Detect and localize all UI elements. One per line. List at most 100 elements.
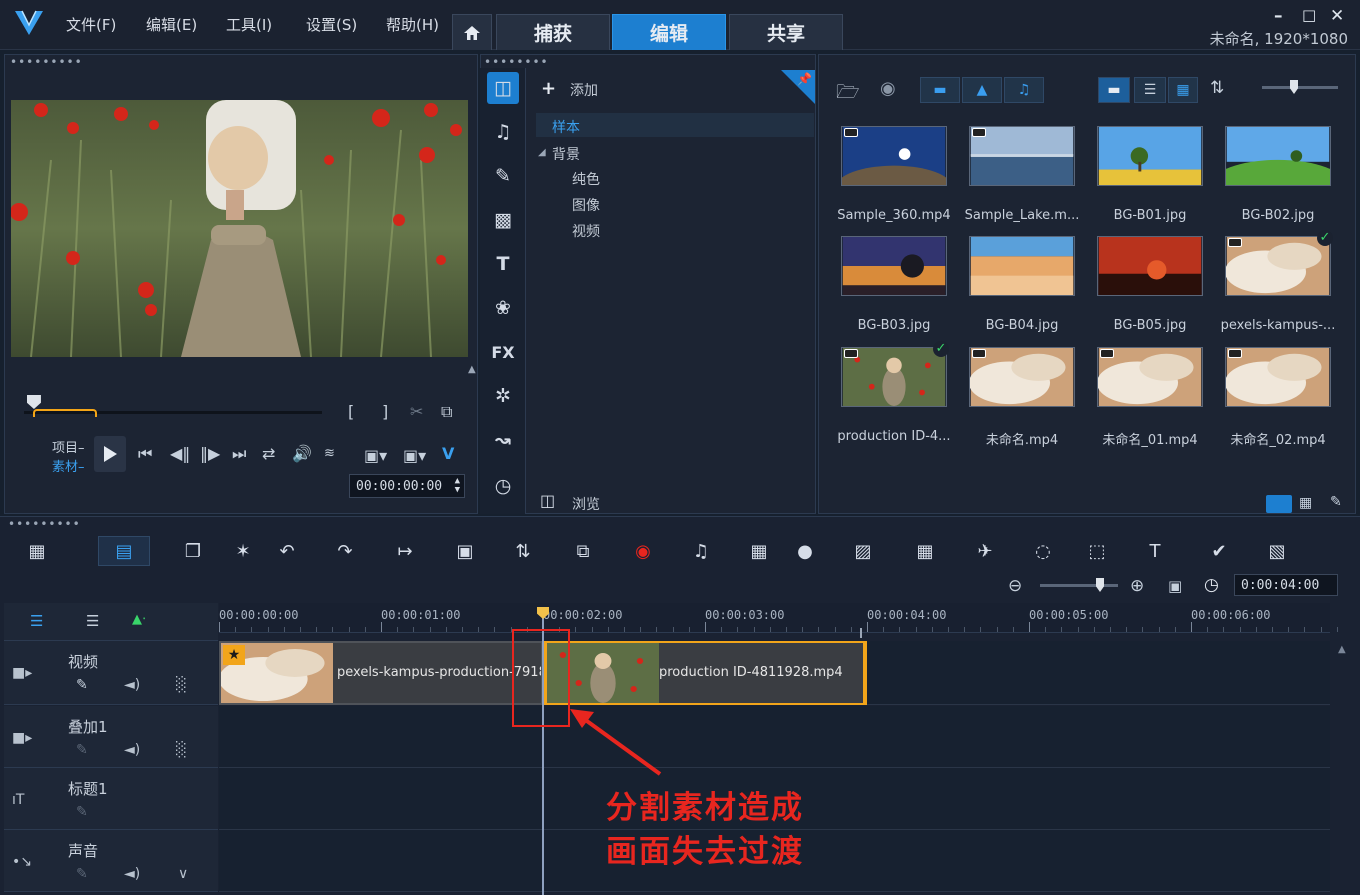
ripple-icon[interactable]: ░ bbox=[176, 742, 187, 758]
zoom-out-icon[interactable]: ⊖ bbox=[1008, 576, 1022, 596]
focus-icon[interactable]: ⬚ bbox=[1082, 536, 1112, 566]
music-note-icon[interactable]: ♫ bbox=[487, 116, 519, 148]
track-header-overlay-track[interactable] bbox=[4, 706, 218, 768]
timeline-view-icon[interactable]: ▤ bbox=[98, 536, 150, 566]
resize-grip[interactable]: ▲ bbox=[468, 364, 476, 375]
snapshot-icon[interactable]: ⧉ bbox=[441, 402, 452, 422]
timeline-clip[interactable]: production ID-4811928.mp4 bbox=[543, 641, 867, 705]
timeline-scrollbar[interactable] bbox=[1330, 640, 1356, 895]
menu-help[interactable]: 帮助(H) bbox=[386, 14, 439, 35]
redo-icon[interactable]: ↷ bbox=[330, 536, 360, 566]
tree-background[interactable]: 背景 bbox=[552, 144, 580, 164]
minimize-icon[interactable]: – bbox=[1274, 6, 1283, 26]
browse-label[interactable]: 浏览 bbox=[572, 494, 600, 514]
track-lane[interactable] bbox=[219, 706, 1330, 768]
storyboard-view-icon[interactable]: ▦ bbox=[22, 536, 52, 566]
view-large-thumbs-button[interactable]: ▬ bbox=[1098, 77, 1130, 103]
ripple-icon[interactable]: ░ bbox=[176, 677, 187, 693]
trim-range[interactable] bbox=[32, 409, 97, 417]
sticker-icon[interactable]: ✔ bbox=[1204, 536, 1234, 566]
menu-file[interactable]: 文件(F) bbox=[66, 14, 116, 35]
graphic-icon[interactable]: ❀ bbox=[487, 292, 519, 324]
motion-track-icon[interactable]: ⧉ bbox=[568, 536, 598, 566]
menu-settings[interactable]: 设置(S) bbox=[306, 14, 357, 35]
subtitle-icon[interactable]: ▧ bbox=[1262, 536, 1292, 566]
filter-image-button[interactable]: ▲ bbox=[962, 77, 1002, 103]
add-icon[interactable]: + bbox=[541, 78, 556, 99]
media-item[interactable]: 未命名.mp4 bbox=[958, 347, 1086, 451]
media-item[interactable]: BG-B04.jpg bbox=[958, 236, 1086, 340]
track-header-title-track[interactable] bbox=[4, 768, 218, 830]
tab-capture[interactable]: 捕获 bbox=[496, 14, 610, 50]
pin-icon[interactable]: 📌 bbox=[797, 72, 812, 86]
mark-in-button[interactable]: [ bbox=[348, 402, 354, 421]
media-item[interactable]: 未命名_01.mp4 bbox=[1086, 347, 1214, 451]
media-item[interactable]: ✓ production ID-4... bbox=[830, 341, 958, 451]
close-icon[interactable]: ✕ bbox=[1330, 6, 1344, 26]
add-folder-label[interactable]: 添加 bbox=[570, 80, 598, 100]
play-button[interactable] bbox=[94, 436, 126, 472]
tab-edit[interactable]: 编辑 bbox=[612, 14, 726, 50]
volume-icon[interactable]: 🔊 bbox=[292, 444, 312, 463]
panel-layout-icon[interactable]: ▦ bbox=[1299, 495, 1312, 511]
menu-tools[interactable]: 工具(I) bbox=[226, 14, 272, 35]
tree-video[interactable]: 视频 bbox=[572, 221, 600, 241]
timecode-spinner-icon[interactable]: ▲ ▼ bbox=[455, 477, 460, 495]
next-frame-icon[interactable]: ‖▶ bbox=[200, 444, 220, 463]
to-start-icon[interactable]: ⏮ bbox=[138, 444, 152, 464]
library-grip[interactable]: •••••••• bbox=[484, 56, 549, 68]
multicam-icon[interactable]: ▦ bbox=[744, 536, 774, 566]
pen-icon[interactable]: ✎ bbox=[76, 742, 88, 758]
3d-title-icon[interactable]: T bbox=[1140, 536, 1170, 566]
browse-icon[interactable]: ◫ bbox=[540, 491, 555, 510]
thumb-size-slider[interactable] bbox=[1262, 86, 1338, 89]
media-icon[interactable]: ◫ bbox=[487, 72, 519, 104]
media-item[interactable]: BG-B03.jpg bbox=[830, 236, 958, 340]
zoom-in-icon[interactable]: ⊕ bbox=[1130, 576, 1144, 596]
path-icon[interactable]: ↝ bbox=[487, 424, 519, 456]
filter-audio-button[interactable]: ♫ bbox=[1004, 77, 1044, 103]
cue-marker-icon[interactable]: ▲⋅ bbox=[132, 612, 146, 627]
audio-icon[interactable]: ♫ bbox=[686, 536, 716, 566]
aspect-ratio-icon[interactable]: ▣▾ bbox=[364, 446, 387, 465]
timeline-clip[interactable]: ★ pexels-kampus-production-7918 bbox=[219, 641, 543, 705]
expand-track-icon[interactable]: ∨ bbox=[178, 866, 188, 882]
zoom-slider[interactable] bbox=[1040, 584, 1118, 587]
library-view-button[interactable] bbox=[1266, 495, 1292, 513]
edit-panel-icon[interactable]: ✎ bbox=[1330, 494, 1342, 510]
mark-out-button[interactable]: ] bbox=[382, 402, 388, 421]
prev-frame-icon[interactable]: ◀‖ bbox=[170, 444, 190, 463]
repeat-icon[interactable]: ⇄ bbox=[262, 444, 275, 463]
track-header-voice-track[interactable] bbox=[4, 830, 218, 892]
display-mode-icon[interactable]: ▣▾ bbox=[403, 446, 426, 465]
crop-icon[interactable]: ▣ bbox=[450, 536, 480, 566]
pen-icon[interactable]: ✎ bbox=[76, 677, 88, 693]
speed-icon[interactable]: ✈ bbox=[970, 536, 1000, 566]
track-volume-icon[interactable]: ◄) bbox=[124, 866, 140, 882]
mode-project[interactable]: 项目– bbox=[52, 437, 85, 456]
fx-icon[interactable]: FX bbox=[487, 336, 519, 368]
media-item[interactable]: ✓ pexels-kampus-... bbox=[1214, 230, 1342, 340]
pen-icon[interactable]: ✎ bbox=[76, 866, 88, 882]
tab-share[interactable]: 共享 bbox=[729, 14, 843, 50]
home-tab[interactable] bbox=[452, 14, 492, 50]
media-item[interactable]: BG-B05.jpg bbox=[1086, 236, 1214, 340]
timeline-grip[interactable]: ••••••••• bbox=[8, 518, 81, 530]
copy-attributes-icon[interactable]: ❐ bbox=[178, 536, 208, 566]
record-icon[interactable]: ◉ bbox=[628, 536, 658, 566]
title-icon[interactable]: T bbox=[487, 248, 519, 280]
menu-edit[interactable]: 编辑(E) bbox=[146, 14, 197, 35]
pen-icon[interactable]: ✎ bbox=[76, 804, 88, 820]
scroll-up-icon[interactable]: ▲ bbox=[1338, 644, 1346, 655]
preview-timecode[interactable]: 00:00:00:00 ▲ ▼ bbox=[349, 474, 465, 498]
split-icon[interactable]: ⇅ bbox=[508, 536, 538, 566]
media-item[interactable]: BG-B01.jpg bbox=[1086, 126, 1214, 230]
instant-project-icon[interactable]: ✎ bbox=[487, 160, 519, 192]
track-volume-icon[interactable]: ◄) bbox=[124, 742, 140, 758]
speed-icon[interactable]: ◷ bbox=[487, 470, 519, 502]
media-item[interactable]: BG-B02.jpg bbox=[1214, 126, 1342, 230]
filter-video-button[interactable]: ▬ bbox=[920, 77, 960, 103]
mode-clip[interactable]: 素材– bbox=[52, 456, 85, 475]
view-grid-button[interactable]: ▦ bbox=[1168, 77, 1198, 103]
scissors-icon[interactable]: ✂ bbox=[410, 402, 423, 421]
